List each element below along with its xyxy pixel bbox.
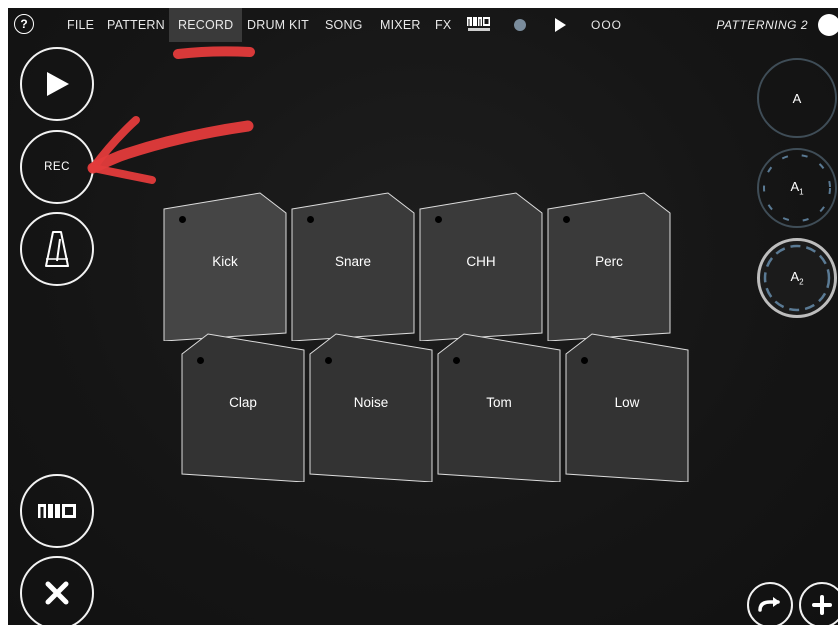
record-label: REC: [44, 161, 70, 173]
pad-label: Kick: [212, 254, 238, 269]
play-button[interactable]: [20, 47, 94, 121]
project-name[interactable]: PATTERNING 2: [716, 8, 808, 42]
menu-pattern[interactable]: PATTERN: [107, 8, 165, 42]
menu-fx[interactable]: FX: [435, 8, 451, 42]
app-window: ? FILE PATTERN RECORD DRUM KIT SONG MIXE…: [8, 8, 838, 625]
record-button[interactable]: REC: [20, 130, 94, 204]
pad-label: Tom: [486, 395, 512, 410]
pad-led: [325, 357, 332, 364]
pad-led: [435, 216, 442, 223]
menu-mixer[interactable]: MIXER: [380, 8, 421, 42]
pad-led: [179, 216, 186, 223]
pattern-a-label: A: [792, 90, 802, 106]
midi-icon: [38, 504, 76, 518]
pad-led: [453, 357, 460, 364]
menu-record[interactable]: RECORD: [169, 8, 243, 42]
pattern-a[interactable]: A: [757, 58, 837, 138]
play-icon[interactable]: [555, 18, 566, 32]
close-button[interactable]: [20, 556, 94, 625]
pad-led: [581, 357, 588, 364]
add-button[interactable]: [799, 582, 838, 625]
metronome-icon: [45, 231, 69, 267]
pad-low[interactable]: Low: [564, 332, 690, 482]
pad-led: [563, 216, 570, 223]
counter: OOO: [591, 18, 623, 32]
pad-led: [307, 216, 314, 223]
help-icon[interactable]: ?: [14, 14, 34, 34]
pad-noise[interactable]: Noise: [308, 332, 434, 482]
pattern-a1-ring: [762, 153, 831, 222]
redo-button[interactable]: [747, 582, 793, 625]
menu-bar: ? FILE PATTERN RECORD DRUM KIT SONG MIXE…: [8, 8, 838, 42]
midi-learn-icon[interactable]: [466, 16, 492, 34]
pad-label: Perc: [595, 254, 623, 269]
pad-snare[interactable]: Snare: [290, 191, 416, 341]
pad-label: Snare: [334, 254, 372, 269]
pad-tom[interactable]: Tom: [436, 332, 562, 482]
pad-kick[interactable]: Kick: [162, 191, 288, 341]
metronome-button[interactable]: [20, 212, 94, 286]
pad-label: Clap: [229, 395, 257, 410]
pad-chh[interactable]: CHH: [418, 191, 544, 341]
menu-file[interactable]: FILE: [67, 8, 94, 42]
menu-drum-kit[interactable]: DRUM KIT: [247, 8, 309, 42]
pad-clap[interactable]: Clap: [180, 332, 306, 482]
pad-label: CHH: [466, 254, 496, 269]
pattern-a2[interactable]: A2: [757, 238, 837, 318]
menu-song[interactable]: SONG: [325, 8, 363, 42]
midi-button[interactable]: [20, 474, 94, 548]
settings-toggle[interactable]: [818, 14, 838, 36]
close-icon: [45, 581, 69, 605]
redo-icon: [758, 597, 780, 612]
pad-perc[interactable]: Perc: [546, 191, 672, 341]
pad-led: [197, 357, 204, 364]
pad-label: Low: [614, 395, 640, 410]
pad-label: Noise: [353, 395, 389, 410]
status-indicator: [514, 19, 526, 31]
play-icon: [47, 72, 69, 96]
add-icon: [812, 595, 832, 615]
pattern-a2-ring: [763, 244, 831, 312]
pattern-a1[interactable]: A1: [757, 148, 837, 228]
